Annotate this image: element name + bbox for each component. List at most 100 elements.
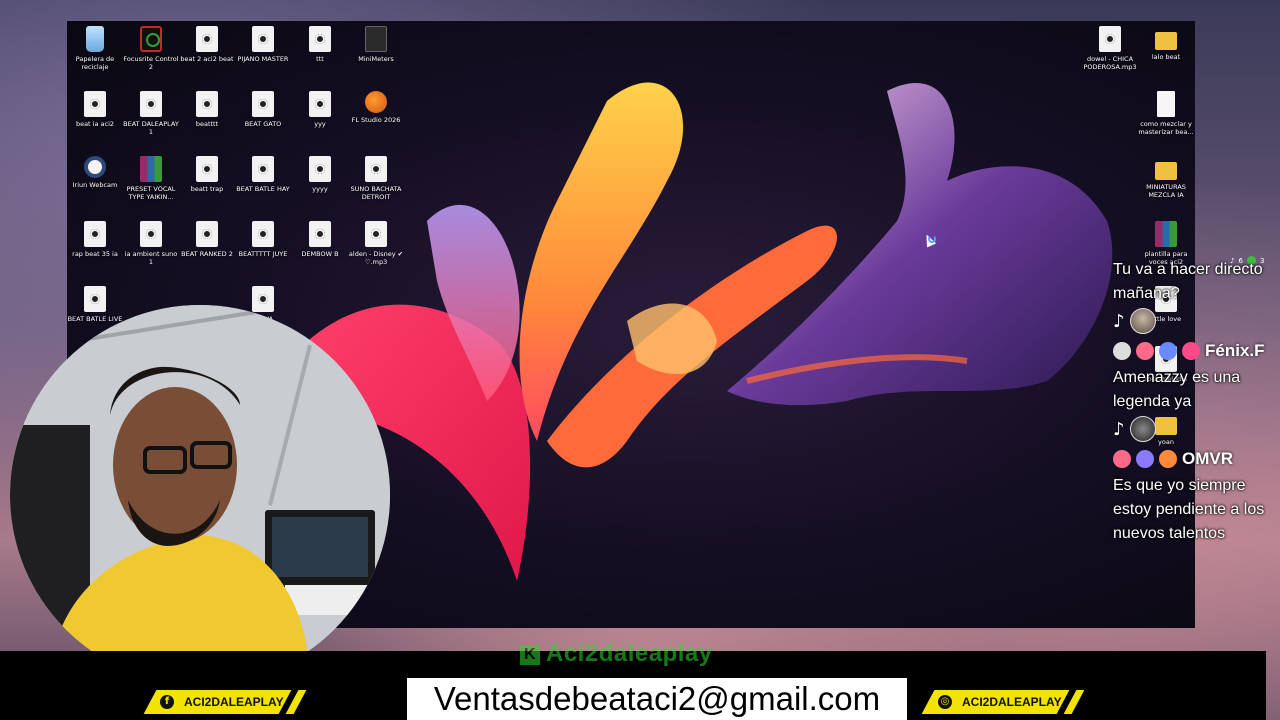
- desktop-icon[interactable]: ttt: [291, 26, 349, 63]
- heart-badge-icon: [1159, 450, 1177, 468]
- file-icon: [252, 91, 274, 117]
- desktop-icon[interactable]: Papelera de reciclaje: [67, 26, 124, 71]
- desktop-icon-label: BEAT RANKED 2: [181, 250, 233, 258]
- diamond-badge-icon: [1136, 450, 1154, 468]
- desktop-icon-label: alden - Disney ✔ ♡.mp3: [348, 250, 404, 266]
- level-badge-icon: [1159, 342, 1177, 360]
- follower-badge-icon: [1113, 342, 1131, 360]
- meter-icon: [365, 26, 387, 52]
- instagram-handle-banner: ◎ ACI2DALEAPLAY: [920, 690, 1090, 714]
- desktop-icon-label: FL Studio 2026: [351, 116, 401, 124]
- desktop-icon[interactable]: ia ambient suno 1: [122, 221, 180, 266]
- desktop-icon-label: yyy: [314, 120, 326, 128]
- file-icon: [140, 91, 162, 117]
- gift-badge-icon: [1113, 450, 1131, 468]
- file-icon: [309, 221, 331, 247]
- desktop-icon-label: BEAT DALEAPLAY 1: [123, 120, 179, 136]
- desktop-icon-label: PIJANO MASTER: [237, 55, 289, 63]
- rar-icon: [140, 156, 162, 182]
- file-icon: [1099, 26, 1121, 52]
- desktop-icon-label: rap beat 35 ia: [72, 250, 118, 258]
- desktop-icon[interactable]: beatt trap: [178, 156, 236, 193]
- desktop-icon[interactable]: DEMBOW B: [291, 221, 349, 258]
- facebook-handle-banner: f ACI2DALEAPLAY: [140, 690, 310, 714]
- tiktok-icon: ♪: [1113, 418, 1125, 440]
- desktop-icon-label: Iriun Webcam: [72, 181, 118, 189]
- desktop-icon[interactable]: BEAT GATO: [234, 91, 292, 128]
- desktop-icon[interactable]: SUNO BACHATA DETROIT: [347, 156, 405, 201]
- file-icon: [365, 156, 387, 182]
- gift-badge-icon: [1136, 342, 1154, 360]
- file-icon: [252, 221, 274, 247]
- chat-username: Fénix.F: [1205, 341, 1265, 360]
- desktop-icon-label: SUNO BACHATA DETROIT: [350, 185, 402, 201]
- chat-user-row: Fénix.F: [1113, 336, 1280, 366]
- instagram-icon: ◎: [938, 695, 952, 709]
- desktop-icon-label: como mezclar y masterizar bea...: [1138, 120, 1194, 136]
- desktop-icon[interactable]: BEAT BATLE HAY: [234, 156, 292, 193]
- fl-icon: [365, 91, 387, 113]
- webcam-feed: [10, 305, 390, 685]
- chat-user-row: ♪: [1113, 414, 1280, 444]
- kick-channel-name: Aci2daleaplay: [546, 640, 713, 667]
- desktop-icon[interactable]: BEATTTTT JUYE: [234, 221, 292, 258]
- desktop-icon-label: beat ia aci2: [75, 120, 115, 128]
- desktop-icon[interactable]: lalo beat: [1137, 26, 1195, 61]
- desktop-icon[interactable]: FL Studio 2026: [347, 91, 405, 124]
- folder-icon: [1155, 32, 1177, 50]
- desktop-icon-label: Papelera de reciclaje: [75, 55, 115, 71]
- file-icon: [196, 156, 218, 182]
- tiktok-icon: ♪: [1113, 310, 1125, 332]
- desktop-icon[interactable]: beatttt: [178, 91, 236, 128]
- instagram-handle: ACI2DALEAPLAY: [962, 695, 1062, 709]
- desktop-icon-label: MiniMeters: [358, 55, 394, 63]
- desktop-icon[interactable]: beat 2 aci2 beat: [178, 26, 236, 63]
- desktop-icon-label: beatt trap: [190, 185, 224, 193]
- desktop-icon-label: ttt: [316, 55, 324, 63]
- desktop-icon[interactable]: PRESET VOCAL TYPE YAIKIN...: [122, 156, 180, 201]
- chat-username: OMVR: [1182, 449, 1233, 468]
- busy-spinner-icon: [928, 235, 936, 243]
- desktop-icon[interactable]: beat ia aci2: [67, 91, 124, 128]
- desktop-icon[interactable]: yyyy: [291, 156, 349, 193]
- desktop-icon-label: BEAT GATO: [244, 120, 282, 128]
- desktop-icon[interactable]: PIJANO MASTER: [234, 26, 292, 63]
- file-icon: [309, 156, 331, 182]
- doc-icon: [1157, 91, 1175, 117]
- desktop-icon[interactable]: Iriun Webcam: [67, 156, 124, 189]
- desktop-icon-label: PRESET VOCAL TYPE YAIKIN...: [126, 185, 176, 201]
- kick-icon: K: [520, 645, 540, 665]
- file-icon: [196, 26, 218, 52]
- streamer-silhouette: [10, 305, 390, 685]
- desktop-icon[interactable]: BEAT DALEAPLAY 1: [122, 91, 180, 136]
- desktop-icon-label: Focusrite Control 2: [123, 55, 179, 71]
- desktop-icon[interactable]: Focusrite Control 2: [122, 26, 180, 71]
- file-icon: [140, 221, 162, 247]
- facebook-handle: ACI2DALEAPLAY: [184, 695, 284, 709]
- desktop-icon[interactable]: MiniMeters: [347, 26, 405, 63]
- contact-email: Ventasdebeataci2@gmail.com: [407, 678, 907, 720]
- desktop-icon[interactable]: BEAT RANKED 2: [178, 221, 236, 258]
- desktop-icon-label: dowel - CHICA PODEROSA.mp3: [1083, 55, 1137, 71]
- desktop-icon[interactable]: yyy: [291, 91, 349, 128]
- desktop-icon-label: yyyy: [312, 185, 328, 193]
- chat-message: Amenazzy es una legenda ya: [1113, 369, 1241, 410]
- file-icon: [309, 91, 331, 117]
- desktop-icon[interactable]: rap beat 35 ia: [67, 221, 124, 258]
- facebook-icon: f: [160, 695, 174, 709]
- bin-icon: [86, 26, 104, 52]
- desktop-icon[interactable]: dowel - CHICA PODEROSA.mp3: [1081, 26, 1139, 71]
- desktop-icon-label: BEAT BATLE HAY: [236, 185, 290, 193]
- file-icon: [84, 91, 106, 117]
- folder-icon: [1155, 162, 1177, 180]
- user-badge-icon: [1182, 342, 1200, 360]
- focus-icon: [140, 26, 162, 52]
- desktop-icon[interactable]: como mezclar y masterizar bea...: [1137, 91, 1195, 136]
- desktop-icon-label: MINIATURAS MEZCLA IA: [1146, 183, 1186, 199]
- chat-user-row: OMVR: [1113, 444, 1280, 474]
- desktop-icon[interactable]: alden - Disney ✔ ♡.mp3: [347, 221, 405, 266]
- desktop-icon-label: beat 2 aci2 beat: [180, 55, 234, 63]
- chat-overlay: Tu va a hacer directo mañana? ♪ Fénix.F …: [1113, 258, 1280, 546]
- desktop-icon[interactable]: MINIATURAS MEZCLA IA: [1137, 156, 1195, 199]
- desktop-icon-label: DEMBOW B: [301, 250, 339, 258]
